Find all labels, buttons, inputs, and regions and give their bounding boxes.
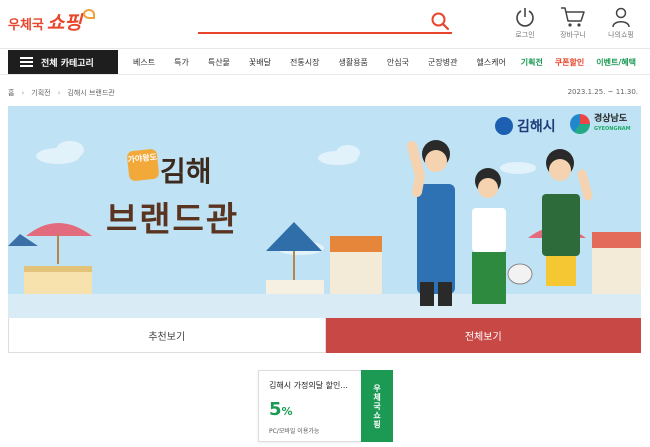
coupon-stamp: 우체국쇼핑 (357, 370, 393, 442)
nav-item-specialty[interactable]: 특산물 (208, 57, 230, 68)
all-categories-label: 전체 카테고리 (41, 58, 94, 69)
all-categories-button[interactable]: 전체 카테고리 (8, 50, 118, 74)
logo-big-text: 쇼핑 (46, 12, 82, 34)
nav-menu: 베스트 특가 특산물 꽃배달 전통시장 생활용품 안심국 군장병관 헬스케어 (120, 49, 512, 75)
event-period: 2023.1.25. ~ 11.30. (567, 88, 638, 96)
logo-small-text: 우체국 (8, 18, 44, 33)
cart-label: 장바구니 (560, 31, 586, 39)
login-button[interactable]: 로그인 (508, 6, 542, 40)
gimhae-logo-text: 김해시 (517, 119, 556, 135)
breadcrumb-level2[interactable]: 김해시 브랜드관 (67, 88, 114, 98)
search-bar (198, 10, 452, 34)
gaya-badge: 가야왕도 (126, 148, 160, 182)
coupon-body: 김해시 가정의달 할인... 5% PC/모바일 이용가능 (258, 370, 361, 442)
banner-city-title: 김해 (160, 155, 212, 188)
breadcrumb-home[interactable]: 홈 (8, 88, 14, 98)
main-nav: 전체 카테고리 베스트 특가 특산물 꽃배달 전통시장 생활용품 안심국 군장병… (0, 48, 650, 75)
nav-item-safe[interactable]: 안심국 (387, 57, 409, 68)
tab-recommend[interactable]: 추천보기 (8, 318, 326, 353)
search-input[interactable] (198, 10, 423, 32)
my-shopping-button[interactable]: 나의쇼핑 (604, 6, 638, 40)
power-icon (516, 8, 534, 27)
nav-item-special-price[interactable]: 특가 (174, 57, 189, 68)
nav-item-best[interactable]: 베스트 (133, 57, 155, 68)
coupon-title: 김해시 가정의달 할인... (269, 381, 348, 390)
gyeongnam-logo: 경상남도 GYEONGNAM (570, 114, 631, 134)
nav-item-flower[interactable]: 꽃배달 (249, 57, 271, 68)
nav-item-military[interactable]: 군장병관 (428, 57, 457, 68)
nav-item-health[interactable]: 헬스케어 (476, 57, 505, 68)
coupon-rate: 5% (269, 399, 361, 420)
view-tabs: 추천보기 전체보기 (8, 318, 641, 353)
coupon-card[interactable]: 김해시 가정의달 할인... 5% PC/모바일 이용가능 우체국쇼핑 (258, 370, 393, 442)
header: 우체국 쇼핑 로그인 장바구니 나의쇼핑 (0, 0, 650, 48)
search-icon[interactable] (430, 11, 450, 31)
nav-item-market[interactable]: 전통시장 (290, 57, 319, 68)
nav-item-exhibition[interactable]: 기획전 (521, 57, 543, 68)
cart-button[interactable]: 장바구니 (556, 6, 590, 40)
header-utility-icons: 로그인 장바구니 나의쇼핑 (508, 6, 638, 40)
chevron-right-icon: › (21, 89, 25, 97)
gyeongnam-name: 경상남도 (594, 114, 628, 124)
breadcrumb-level1[interactable]: 기획전 (31, 88, 50, 98)
banner-brand-title: 브랜드관 (106, 200, 240, 240)
nav-item-living[interactable]: 생활용품 (338, 57, 367, 68)
cart-icon (561, 7, 585, 27)
hamburger-icon (20, 57, 33, 67)
nav-item-event[interactable]: 이벤트/혜택 (596, 57, 636, 68)
breadcrumb: 홈 › 기획전 › 김해시 브랜드관 (8, 88, 115, 98)
coupon-note: PC/모바일 이용가능 (269, 428, 320, 435)
logo-heart-icon (82, 9, 95, 19)
gimhae-emblem-icon (495, 117, 513, 135)
nav-item-coupon[interactable]: 쿠폰할인 (555, 57, 584, 68)
brand-banner: 김해시 경상남도 GYEONGNAM 가야왕도 김해 브랜드관 (8, 106, 641, 318)
coupon-rate-value: 5 (269, 399, 282, 420)
coupon-stamp-text: 우체국쇼핑 (372, 383, 382, 429)
banner-illustration (8, 140, 641, 318)
site-logo[interactable]: 우체국 쇼핑 (8, 8, 95, 35)
gyeongnam-logo-text: 경상남도 GYEONGNAM (594, 114, 631, 134)
tab-all[interactable]: 전체보기 (325, 318, 641, 353)
coupon-rate-unit: % (281, 405, 293, 418)
chevron-right-icon: › (57, 89, 61, 97)
gyeongnam-sub: GYEONGNAM (594, 126, 631, 132)
gyeongnam-emblem-icon (570, 114, 590, 134)
gimhae-logo: 김해시 (495, 116, 556, 136)
person-icon (612, 7, 630, 28)
my-shopping-label: 나의쇼핑 (608, 31, 634, 39)
nav-right-menu: 기획전 쿠폰할인 이벤트/혜택 (521, 49, 636, 75)
login-label: 로그인 (515, 31, 535, 39)
